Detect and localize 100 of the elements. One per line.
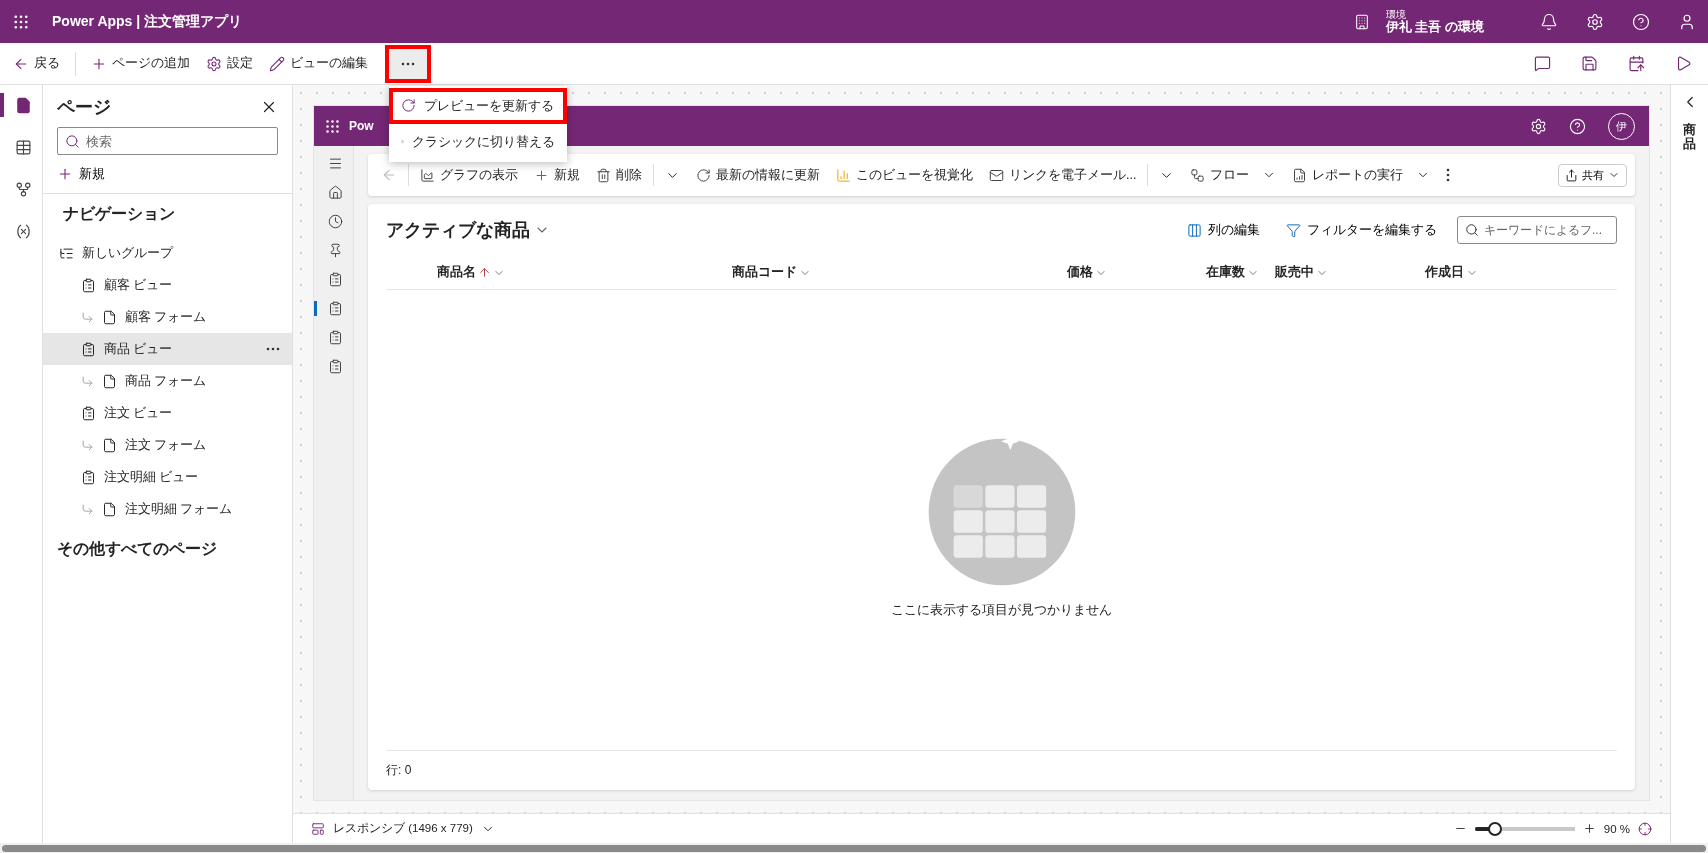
command-button[interactable]: 新規 (529, 162, 585, 188)
command-button[interactable]: リンクを電子メール... (984, 162, 1142, 188)
edit-columns-button[interactable]: 列の編集 (1181, 220, 1266, 240)
share-button[interactable]: 共有 (1558, 163, 1627, 187)
sort-arrow-icon (478, 266, 491, 279)
layout-label[interactable]: レスポンシブ (1496 x 779) (333, 821, 473, 836)
fit-icon[interactable] (1638, 821, 1652, 836)
settings-icon[interactable] (1586, 12, 1604, 31)
view-icon (81, 341, 96, 357)
variable-icon (14, 222, 32, 240)
command-button[interactable]: レポートの実行 (1287, 162, 1436, 188)
nav-item-label[interactable]: 注文明細 フォーム (125, 500, 233, 518)
environment-name[interactable]: 伊礼 圭吾 の環境 (1385, 19, 1484, 35)
section-title: その他すべてのページ (56, 539, 218, 559)
scrollbar-thumb[interactable] (2, 844, 1706, 852)
empty-message: ここに表示する項目が見つかりません (891, 600, 1112, 619)
sub-item-icon (81, 438, 94, 452)
comment-icon[interactable] (1534, 55, 1551, 72)
flow-icon (1190, 167, 1206, 183)
nav-item[interactable]: 商品 ビュー (43, 333, 292, 365)
column-header[interactable]: 販売中 (1275, 264, 1425, 281)
bar-chart-icon (836, 167, 851, 183)
group-label[interactable]: 新しいグループ (82, 244, 173, 262)
command-button[interactable]: このビューを視覚化 (831, 162, 978, 188)
view-icon (81, 277, 96, 293)
refresh-icon (401, 98, 416, 113)
column-header[interactable]: 作成日 (1425, 264, 1617, 281)
user-icon[interactable] (1678, 12, 1696, 31)
form-icon (102, 373, 117, 389)
sub-item-icon (81, 310, 94, 324)
group-icon (59, 245, 74, 261)
publish-icon[interactable] (1628, 55, 1645, 72)
toolbar-button[interactable]: 戻る (8, 51, 65, 76)
search-icon (65, 134, 80, 149)
help-icon[interactable] (1632, 12, 1650, 31)
layout-icon[interactable] (311, 821, 325, 836)
section-title: ナビゲーション (62, 204, 176, 224)
edit-filters-button[interactable]: フィルターを編集する (1280, 220, 1443, 240)
environment-label: 環境 (1385, 8, 1407, 20)
play-icon[interactable] (1675, 55, 1692, 72)
help-icon[interactable] (1569, 117, 1586, 135)
keyword-search-field[interactable]: キーワードによるフ... (1457, 216, 1617, 244)
bell-icon[interactable] (1540, 12, 1558, 31)
sub-item-icon (81, 374, 94, 388)
app-title: Power Apps | 注文管理アプリ (52, 12, 243, 31)
plus-icon (534, 167, 549, 183)
entity-icon (327, 359, 343, 374)
panel-title: 商品 (1683, 123, 1696, 152)
report-icon (1292, 167, 1308, 183)
chart-icon (420, 167, 435, 183)
waffle-icon[interactable] (324, 117, 341, 135)
form-icon (102, 501, 117, 517)
toolbar-button[interactable]: ビューの編集 (264, 51, 373, 76)
more-icon (1446, 168, 1451, 182)
nav-item[interactable]: 注文 ビュー (43, 397, 292, 429)
view-icon (81, 469, 96, 485)
table-icon (14, 138, 32, 156)
mail-icon (989, 167, 1004, 183)
search-field[interactable]: 検索 (57, 127, 278, 155)
nav-item-label[interactable]: 顧客 フォーム (125, 308, 207, 326)
preview-title: Pow (349, 119, 374, 133)
more-icon (401, 61, 415, 66)
waffle-icon[interactable] (12, 12, 30, 31)
command-button[interactable]: グラフの表示 (415, 162, 523, 188)
command-button[interactable]: フロー (1185, 162, 1282, 188)
settings-icon (206, 55, 222, 72)
form-icon (102, 437, 117, 453)
view-title[interactable]: アクティブな商品 (386, 218, 550, 242)
column-header[interactable]: 商品名 (437, 264, 732, 281)
column-header[interactable]: 在庫数 (1206, 264, 1275, 281)
entity-icon (327, 330, 343, 345)
toolbar-button[interactable]: 設定 (201, 51, 258, 76)
more-icon (266, 347, 280, 351)
new-button[interactable]: 新規 (57, 163, 278, 185)
column-header[interactable]: 商品コード (732, 264, 1067, 281)
zoom-reading: 90 % (1603, 822, 1630, 835)
menu-icon (327, 156, 343, 171)
save-icon[interactable] (1581, 55, 1598, 72)
settings-icon[interactable] (1530, 117, 1547, 135)
menu-item[interactable]: クラシックに切り替える (389, 123, 567, 160)
trash-icon (596, 167, 611, 183)
nav-item-label[interactable]: 商品 フォーム (125, 372, 207, 390)
command-button[interactable]: 削除 (591, 162, 647, 188)
zoom-in-icon[interactable] (1582, 822, 1596, 835)
nav-item-label[interactable]: 注文 フォーム (125, 436, 207, 454)
nav-item[interactable]: 注文明細 ビュー (43, 461, 292, 493)
pin-icon (327, 243, 343, 258)
arrow-left-icon (381, 167, 397, 183)
menu-item[interactable]: プレビューを更新する (389, 87, 567, 124)
plus-icon (57, 166, 73, 182)
command-button[interactable]: 最新の情報に更新 (691, 162, 825, 188)
columns-icon (1187, 222, 1202, 238)
nav-item[interactable]: 顧客 ビュー (43, 269, 292, 301)
toolbar-button[interactable]: ページの追加 (86, 51, 195, 76)
sub-item-icon (81, 502, 94, 516)
view-icon (81, 405, 96, 421)
column-header[interactable]: 価格 (1067, 264, 1206, 281)
filter-icon (1286, 222, 1301, 238)
panel-title: ページ (57, 96, 111, 119)
entity-icon (327, 301, 343, 316)
